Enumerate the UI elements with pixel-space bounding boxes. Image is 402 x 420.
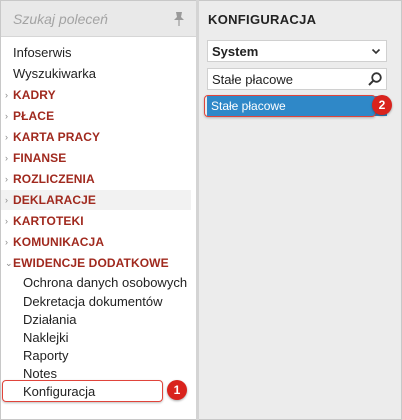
sidebar-category-label: FINANSE [13,151,67,165]
step-1-highlight [2,380,163,402]
sidebar-category-label: PŁACE [13,109,55,123]
sidebar-subitem-ochrona-danych[interactable]: Ochrona danych osobowych [1,273,191,293]
chevron-right-icon: › [5,111,9,121]
search-icon[interactable] [367,71,383,87]
step-2-highlight [204,95,376,117]
sidebar-category-label: EWIDENCJE DODATKOWE [13,256,169,270]
sidebar-category-rozliczenia[interactable]: › ROZLICZENIA [1,169,191,189]
command-search-placeholder[interactable]: Szukaj poleceń [13,11,108,27]
sidebar-category-kartoteki[interactable]: › KARTOTEKI [1,211,191,231]
chevron-right-icon: › [5,195,9,205]
sidebar-subitem-naklejki[interactable]: Naklejki [1,328,191,348]
configuration-panel: KONFIGURACJA System Stałe płacowe Stałe … [199,1,401,419]
sidebar-category-karta-pracy[interactable]: › KARTA PRACY [1,127,191,147]
sidebar-category-label: ROZLICZENIA [13,172,95,186]
chevron-right-icon: › [5,90,9,100]
chevron-right-icon: › [5,216,9,226]
sidebar-category-place[interactable]: › PŁACE [1,106,191,126]
sidebar-category-label: KOMUNIKACJA [13,235,105,249]
chevron-right-icon: › [5,237,9,247]
sidebar-subitem-raporty[interactable]: Raporty [1,346,191,366]
sidebar-category-ewidencje-dodatkowe[interactable]: ⌄ EWIDENCJE DODATKOWE [1,253,191,273]
panel-title: KONFIGURACJA [208,12,317,27]
sidebar-item-wyszukiwarka[interactable]: Wyszukiwarka [1,64,191,84]
command-search-bar[interactable]: Szukaj poleceń [1,1,196,37]
sidebar-category-label: KARTOTEKI [13,214,84,228]
sidebar-subitem-dekretacja[interactable]: Dekretacja dokumentów [1,292,191,312]
sidebar-category-label: KARTA PRACY [13,130,101,144]
sidebar-item-infoserwis[interactable]: Infoserwis [1,43,191,63]
chevron-down-icon [371,48,381,55]
sidebar-category-label: DEKLARACJE [13,193,97,207]
sidebar-category-komunikacja[interactable]: › KOMUNIKACJA [1,232,191,252]
sidebar-category-label: KADRY [13,88,56,102]
config-search-value: Stałe płacowe [212,72,293,87]
chevron-right-icon: › [5,132,9,142]
step-1-badge: 1 [167,380,187,400]
sidebar-category-deklaracje[interactable]: › DEKLARACJE [1,190,191,210]
navigation-sidebar: Szukaj poleceń Infoserwis Wyszukiwarka ›… [1,1,196,419]
chevron-down-icon: ⌄ [5,258,13,268]
sidebar-category-kadry[interactable]: › KADRY [1,85,191,105]
pin-icon[interactable] [172,11,186,27]
module-select-value: System [212,44,259,59]
chevron-right-icon: › [5,153,9,163]
step-2-badge: 2 [372,95,392,115]
module-select[interactable]: System [207,40,387,62]
chevron-right-icon: › [5,174,9,184]
sidebar-subitem-dzialania[interactable]: Działania [1,310,191,330]
sidebar-category-finanse[interactable]: › FINANSE [1,148,191,168]
config-search-input[interactable]: Stałe płacowe [207,68,387,90]
